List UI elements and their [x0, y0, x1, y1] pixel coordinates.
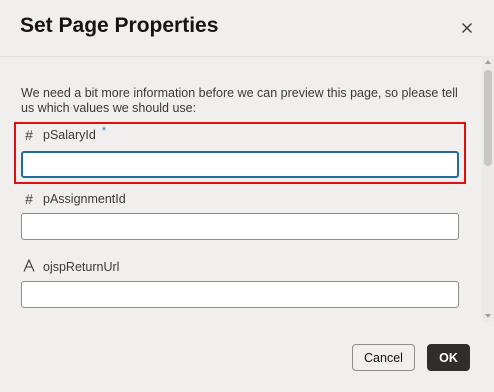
field-label-text: pSalaryId	[43, 128, 96, 142]
dialog-footer: Cancel OK	[0, 322, 494, 392]
cancel-button[interactable]: Cancel	[352, 344, 415, 371]
field-label-text: pAssignmentId	[43, 192, 126, 206]
text-type-icon	[22, 258, 36, 275]
scroll-up-arrow-icon[interactable]	[485, 60, 491, 64]
passignmentid-input[interactable]	[21, 213, 459, 240]
field-label-ojspreturnurl: ojspReturnUrl	[22, 258, 120, 275]
intro-text: We need a bit more information before we…	[21, 86, 458, 115]
scroll-down-arrow-icon[interactable]	[485, 314, 491, 318]
hash-icon: #	[25, 191, 33, 207]
ojspreturnurl-input[interactable]	[21, 281, 459, 308]
set-page-properties-dialog: Set Page Properties We need a bit more i…	[0, 0, 494, 392]
field-label-passignmentid: # pAssignmentId	[22, 191, 126, 207]
vertical-scrollbar[interactable]	[482, 56, 494, 322]
close-icon[interactable]	[456, 17, 478, 39]
ok-button[interactable]: OK	[427, 344, 470, 371]
dialog-body: We need a bit more information before we…	[0, 56, 494, 322]
field-label-psalaryid: # pSalaryId *	[22, 125, 107, 143]
required-marker: *	[101, 125, 107, 137]
hash-icon: #	[25, 127, 33, 143]
dialog-title: Set Page Properties	[20, 14, 219, 37]
psalaryid-input[interactable]	[21, 151, 459, 178]
scrollbar-thumb[interactable]	[484, 70, 492, 166]
dialog-header: Set Page Properties	[0, 0, 494, 56]
field-label-text: ojspReturnUrl	[43, 260, 120, 274]
